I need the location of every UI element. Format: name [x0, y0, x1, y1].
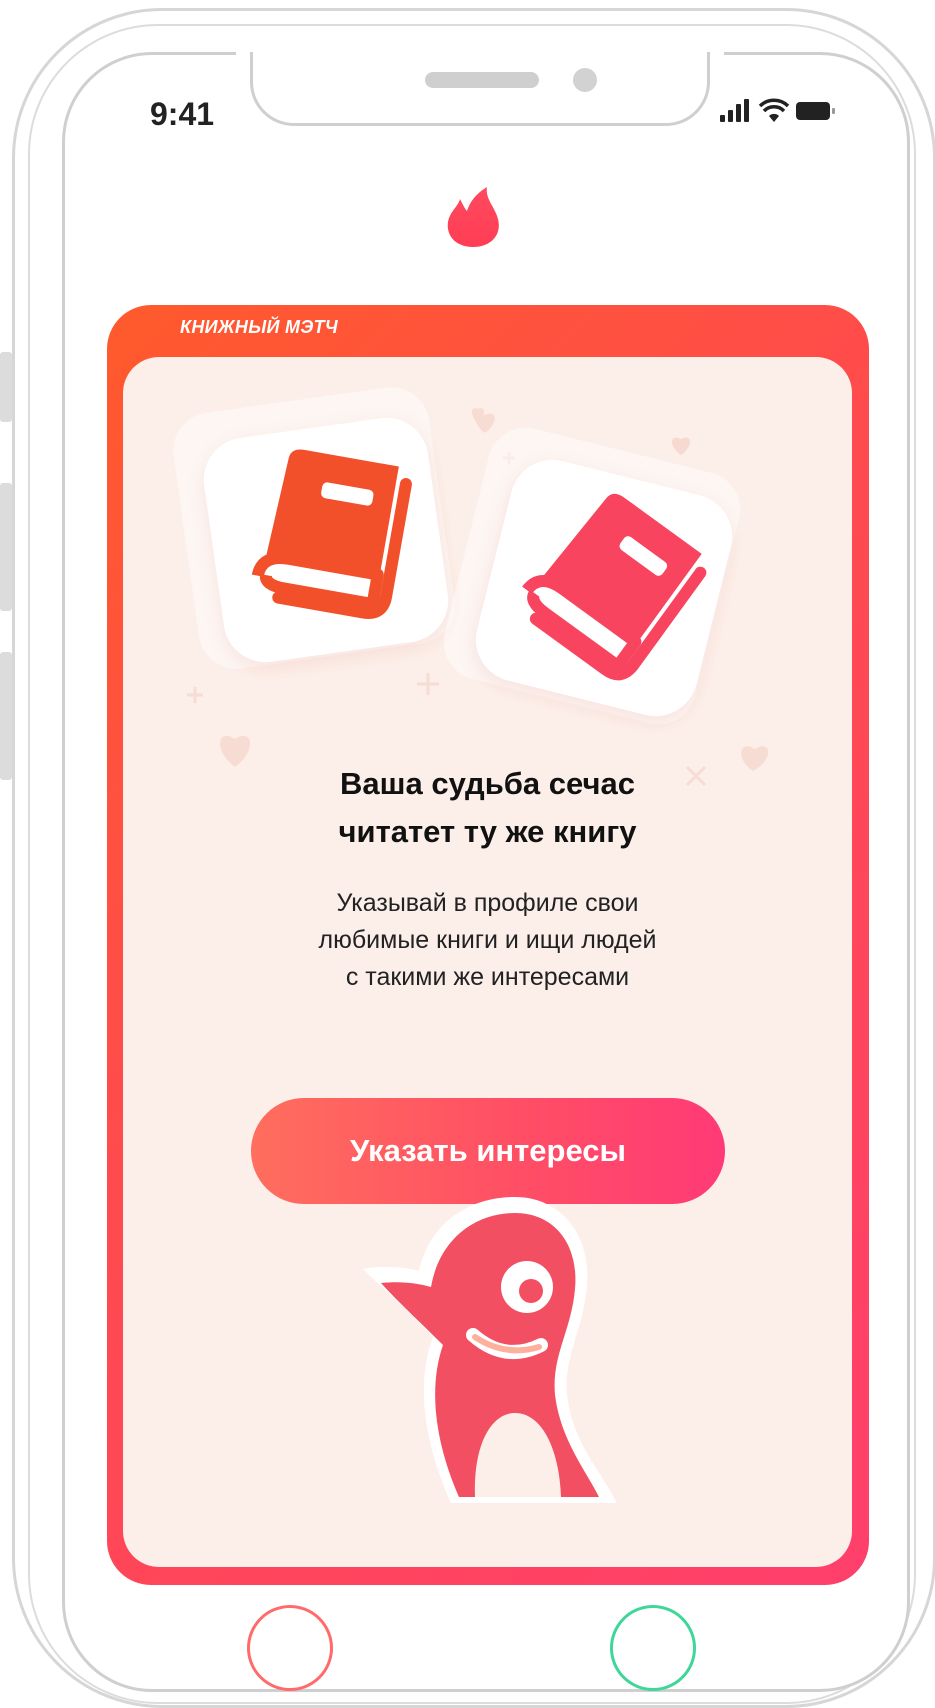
wifi-icon — [758, 98, 790, 122]
volume-down-button — [0, 652, 12, 780]
description-line-3: с такими же интересами — [345, 963, 630, 991]
signal-icon — [720, 99, 749, 122]
sparkle-icon — [417, 673, 439, 695]
speaker-grille — [425, 72, 539, 88]
heart-icon — [671, 437, 691, 455]
description-line-1: Указывай в профиле свои — [336, 889, 639, 917]
front-camera — [573, 68, 597, 92]
book-icon — [251, 449, 412, 620]
headline: Ваша судьба сечас читатет ту же книгу — [123, 760, 852, 856]
status-icons — [718, 98, 838, 129]
notch — [250, 52, 710, 126]
penguin-icon — [355, 1185, 635, 1510]
headline-line-1: Ваша судьба сечас — [340, 766, 635, 801]
status-time: 9:41 — [150, 96, 215, 132]
battery-icon — [796, 102, 835, 120]
volume-up-button — [0, 483, 12, 611]
card-label: КНИЖНЫЙ МЭТЧ — [180, 317, 338, 337]
dislike-button[interactable] — [247, 1605, 333, 1691]
book-card-left — [198, 412, 454, 668]
description-line-2: любимые книги и ищи людей — [318, 926, 657, 954]
silent-switch — [0, 352, 12, 422]
like-button[interactable] — [610, 1605, 696, 1691]
description: Указывай в профиле свои любимые книги и … — [123, 885, 852, 996]
headline-line-2: читатет ту же книгу — [338, 814, 637, 849]
flame-icon — [445, 185, 501, 254]
